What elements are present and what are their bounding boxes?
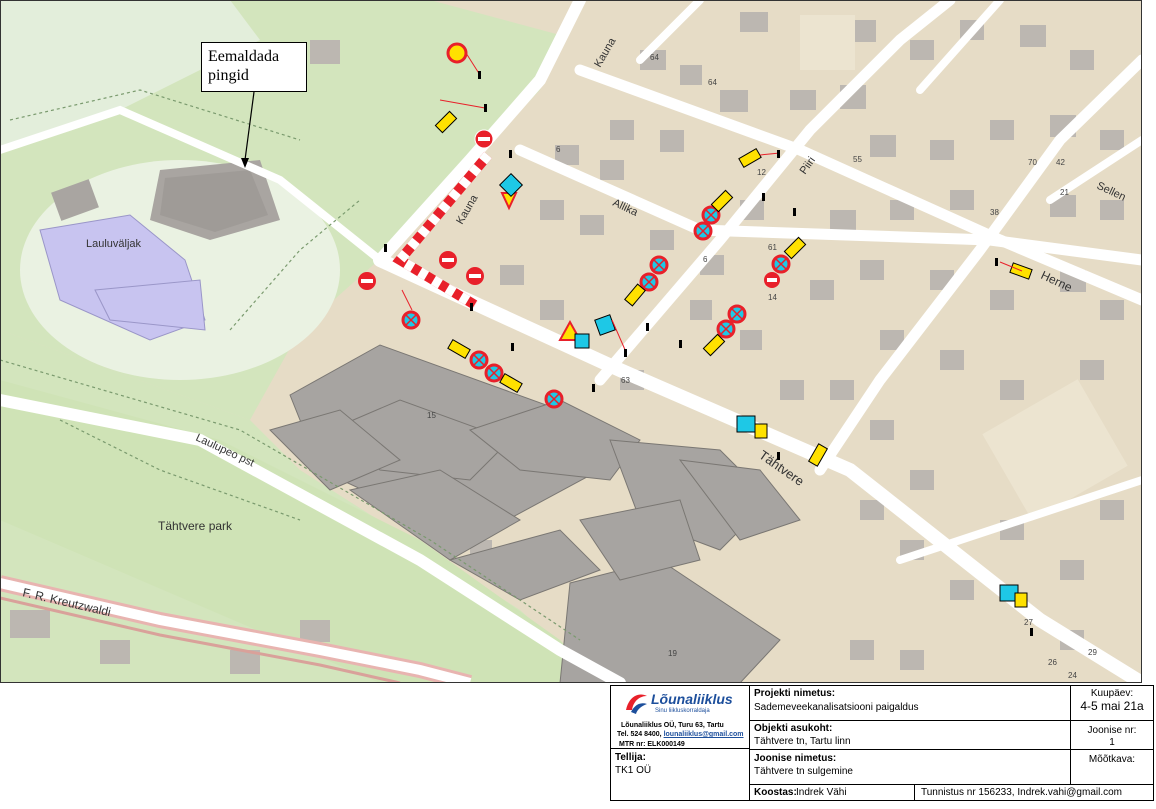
house-number: 61 <box>768 243 777 252</box>
house-number: 15 <box>427 411 436 420</box>
construction-plan-sheet: Lauluväljak Tähtvere park Laulupeo pst F… <box>0 0 1156 809</box>
location-label: Objekti asukoht: <box>754 723 833 734</box>
project-cell: Projekti nimetus: Sademeveekanalisatsioo… <box>749 685 1071 721</box>
drawing-cell: Joonise nimetus: Tähtvere tn sulgemine <box>749 749 1071 785</box>
callout-line-2: pingid <box>208 67 249 84</box>
house-number: 27 <box>1024 618 1033 627</box>
label-lauluvaljak: Lauluväljak <box>86 238 142 250</box>
drawing-number-cell: Joonise nr: 1 <box>1070 720 1154 750</box>
house-number: 64 <box>708 78 717 87</box>
company-mtr: MTR nr: ELK000149 <box>619 741 685 748</box>
certificate-cell: Tunnistus nr 156233, Indrek.vahi@gmail.c… <box>914 784 1154 801</box>
author-label: Koostas: <box>754 787 797 798</box>
date-value: 4-5 mai 21a <box>1080 699 1144 713</box>
certificate-value: Tunnistus nr 156233, Indrek.vahi@gmail.c… <box>921 787 1122 798</box>
client-value: TK1 OÜ <box>615 765 652 776</box>
drawing-number-value: 1 <box>1109 737 1115 748</box>
house-number: 55 <box>853 155 862 164</box>
drawing-value: Tähtvere tn sulgemine <box>754 766 853 777</box>
scale-cell: Mõõtkava: <box>1070 749 1154 785</box>
scale-label: Mõõtkava: <box>1088 754 1136 765</box>
house-number: 70 <box>1028 158 1037 167</box>
company-phone: Tel. 524 8400, <box>617 731 664 738</box>
house-number: 64 <box>650 53 659 62</box>
house-number: 6 <box>703 255 708 264</box>
no-stopping-sign <box>544 389 564 409</box>
label-tahtvere-park: Tähtvere park <box>158 519 233 533</box>
open-area <box>800 15 855 70</box>
date-label: Kuupäev: <box>1090 688 1134 699</box>
date-cell: Kuupäev: 4-5 mai 21a <box>1070 685 1154 721</box>
author-value: Indrek Vähi <box>796 787 847 798</box>
logo-name: Lõunaliiklus <box>651 691 733 707</box>
house-number: 29 <box>1088 648 1097 657</box>
house-number: 26 <box>1048 658 1057 667</box>
house-number: 24 <box>1068 671 1077 680</box>
house-number: 6 <box>556 145 561 154</box>
warning-triangle-sign <box>446 42 468 64</box>
house-number: 38 <box>990 208 999 217</box>
project-value: Sademeveekanalisatsiooni paigaldus <box>754 702 919 713</box>
location-cell: Objekti asukoht: Tähtvere tn, Tartu linn <box>749 720 1071 750</box>
author-cell: Koostas: Indrek Vähi <box>749 784 915 801</box>
house-number: 42 <box>1056 158 1065 167</box>
client-cell: Tellija: TK1 OÜ <box>610 748 750 801</box>
callout-box: Eemaldada pingid <box>201 42 307 92</box>
client-label: Tellija: <box>615 752 646 763</box>
no-stopping-sign <box>649 255 669 275</box>
title-block: Lõunaliiklus Sinu liikluskorraldaja Lõun… <box>0 683 1156 809</box>
callout-line-1: Eemaldada <box>208 48 280 65</box>
company-logo-icon <box>626 694 647 714</box>
no-entry-sign <box>474 129 494 149</box>
no-stopping-sign <box>693 221 713 241</box>
no-stopping-sign <box>639 272 659 292</box>
drawing-number-label: Joonise nr: <box>1087 725 1137 736</box>
no-entry-sign <box>358 272 376 290</box>
logo-cell: Lõunaliiklus Sinu liikluskorraldaja Lõun… <box>610 685 750 749</box>
info-sign <box>574 333 590 349</box>
no-stopping-sign <box>727 304 747 324</box>
company-address: Lõunaliiklus OÜ, Turu 63, Tartu <box>621 722 724 729</box>
project-label: Projekti nimetus: <box>754 688 836 699</box>
location-value: Tähtvere tn, Tartu linn <box>754 736 851 747</box>
no-entry-sign <box>439 251 457 269</box>
drawing-label: Joonise nimetus: <box>754 753 837 764</box>
map-area: Lauluväljak Tähtvere park Laulupeo pst F… <box>0 0 1142 683</box>
logo-tagline: Sinu liikluskorraldaja <box>655 708 710 714</box>
house-number: 21 <box>1060 188 1069 197</box>
company-email-link[interactable]: lounaliiklus@gmail.com <box>664 731 744 738</box>
house-number: 63 <box>621 376 630 385</box>
house-number: 12 <box>757 168 766 177</box>
no-stopping-sign <box>716 319 736 339</box>
house-number: 19 <box>668 649 677 658</box>
no-stopping-sign <box>484 363 504 383</box>
no-stopping-sign <box>401 310 421 330</box>
no-stopping-sign <box>771 254 791 274</box>
no-entry-sign <box>764 272 780 288</box>
company-contacts: Tel. 524 8400, lounaliiklus@gmail.com <box>617 731 744 738</box>
house-number: 14 <box>768 293 777 302</box>
no-entry-sign <box>466 267 484 285</box>
no-stopping-sign <box>469 350 489 370</box>
